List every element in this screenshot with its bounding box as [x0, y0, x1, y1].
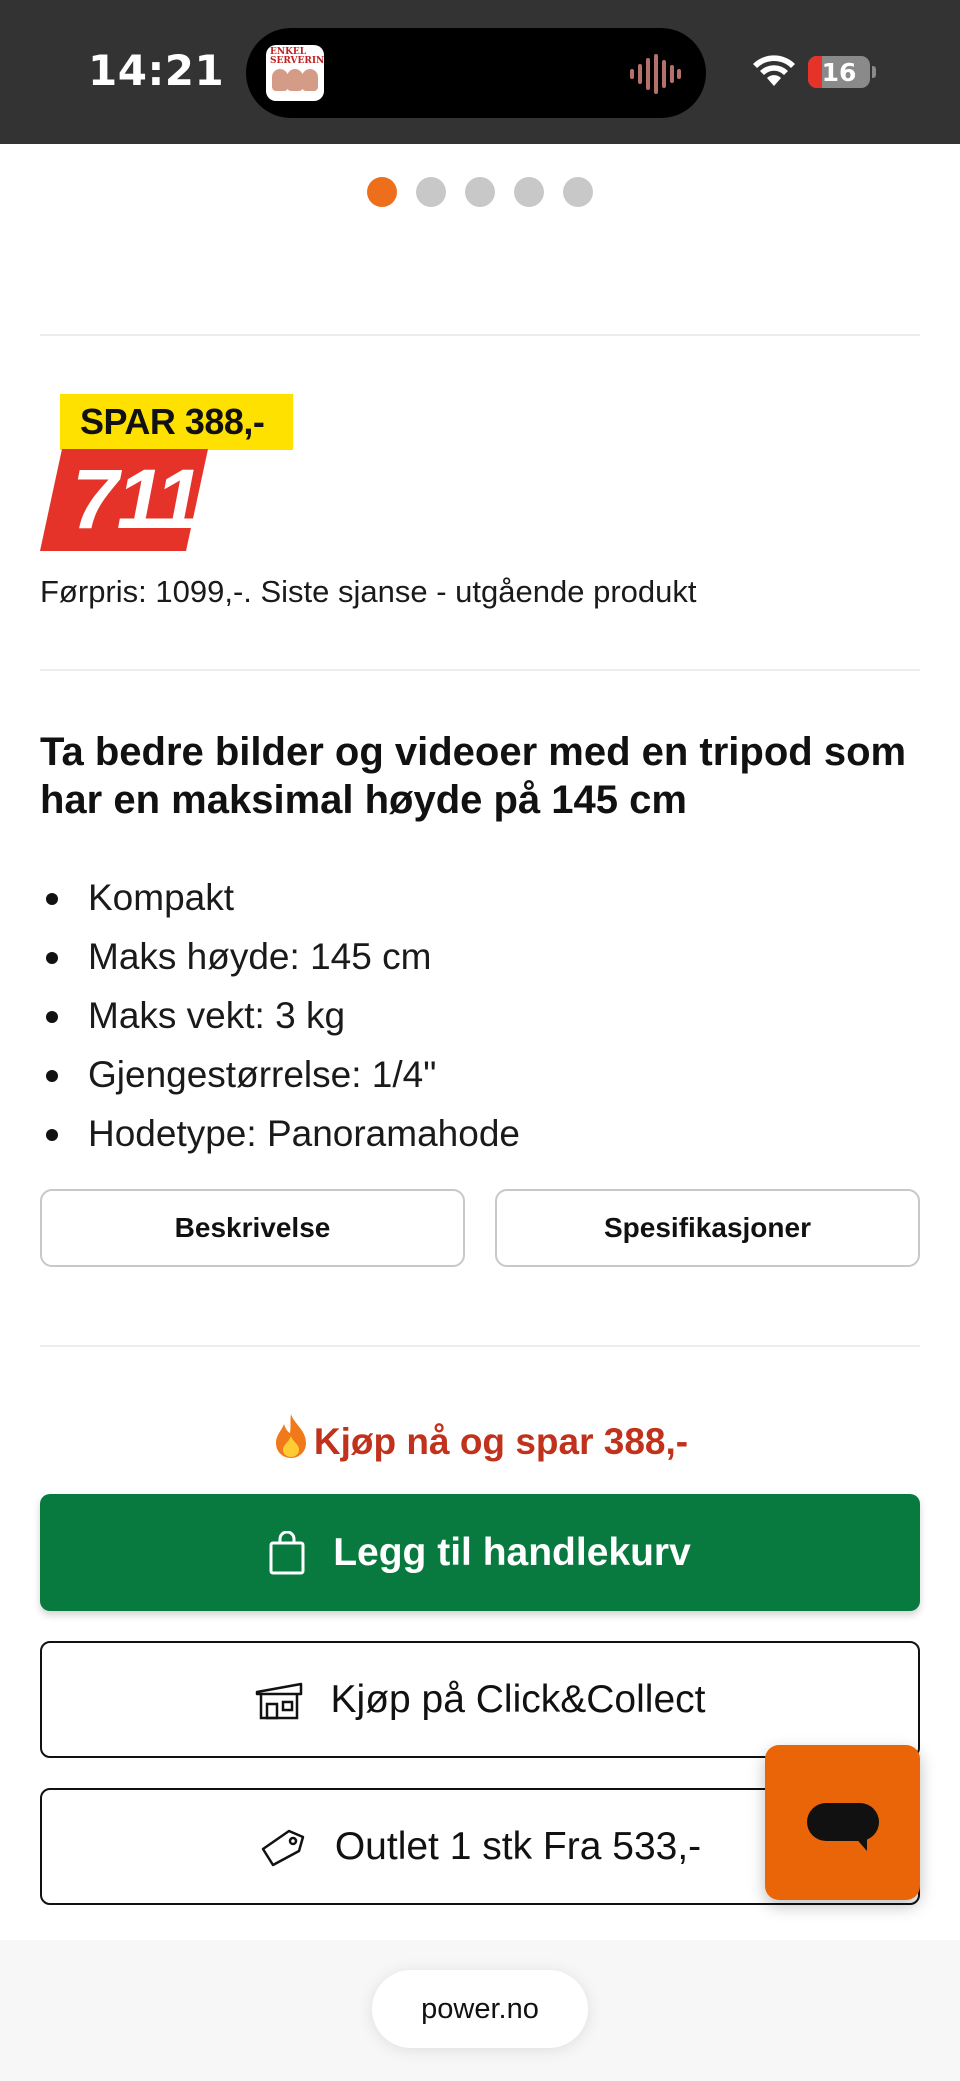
- carousel-dot[interactable]: [367, 177, 397, 207]
- outlet-label: Outlet 1 stk Fra 533,-: [334, 1824, 702, 1868]
- waveform-icon: [630, 54, 681, 94]
- carousel-dot[interactable]: [514, 177, 544, 207]
- carousel-dot[interactable]: [563, 177, 593, 207]
- battery-icon: 16: [808, 56, 870, 88]
- bullet-icon: [46, 1070, 58, 1082]
- product-headline: Ta bedre bilder og videoer med en tripod…: [40, 730, 907, 822]
- deal-banner: Kjøp nå og spar 388,-: [0, 1412, 960, 1463]
- price-tag: 711: [40, 449, 208, 551]
- feature-text: Maks høyde: 145 cm: [88, 936, 432, 977]
- carousel-dot[interactable]: [465, 177, 495, 207]
- battery-level: 16: [821, 58, 857, 87]
- description-button[interactable]: Beskrivelse: [40, 1189, 465, 1267]
- carousel-dot[interactable]: [416, 177, 446, 207]
- savings-label: SPAR 388,-: [80, 401, 265, 442]
- podcast-app-icon: ENKEL SERVERING: [266, 45, 324, 101]
- status-time: 14:21: [88, 46, 225, 95]
- face-icon: [287, 69, 303, 91]
- battery-nub: [872, 66, 876, 78]
- face-icon: [302, 69, 318, 91]
- flame-icon: [275, 1414, 306, 1458]
- bullet-icon: [46, 1129, 58, 1141]
- feature-text: Hodetype: Panoramahode: [88, 1113, 520, 1154]
- click-collect-button[interactable]: Kjøp på Click&Collect: [40, 1641, 920, 1758]
- bullet-icon: [46, 1011, 58, 1023]
- chat-button[interactable]: [765, 1745, 920, 1900]
- wifi-icon: [753, 55, 795, 86]
- feature-item: Maks høyde: 145 cm: [40, 927, 520, 986]
- add-to-cart-label: Legg til handlekurv: [333, 1530, 691, 1574]
- divider: [40, 669, 920, 671]
- price-tag-icon: [261, 1829, 305, 1866]
- divider: [40, 334, 920, 336]
- previous-price: Førpris: 1099,-. Siste sjanse - utgående…: [40, 574, 697, 609]
- face-icon: [272, 69, 288, 91]
- feature-item: Hodetype: Panoramahode: [40, 1104, 520, 1163]
- feature-list: Kompakt Maks høyde: 145 cm Maks vekt: 3 …: [40, 868, 520, 1163]
- add-to-cart-button[interactable]: Legg til handlekurv: [40, 1494, 920, 1611]
- podcast-app-icon-text: ENKEL SERVERING: [270, 47, 324, 66]
- shopping-bag-icon: [269, 1530, 305, 1574]
- click-collect-label: Kjøp på Click&Collect: [330, 1677, 706, 1721]
- current-price: 711: [72, 452, 202, 546]
- specifications-button[interactable]: Spesifikasjoner: [495, 1189, 920, 1267]
- feature-item: Maks vekt: 3 kg: [40, 986, 520, 1045]
- feature-item: Gjengestørrelse: 1/4": [40, 1045, 520, 1104]
- feature-text: Maks vekt: 3 kg: [88, 995, 346, 1036]
- store-icon: [255, 1682, 302, 1719]
- bullet-icon: [46, 952, 58, 964]
- chat-icon: [807, 1803, 879, 1841]
- savings-badge: SPAR 388,-: [60, 394, 293, 450]
- chat-icon-tail: [853, 1835, 867, 1851]
- feature-text: Kompakt: [88, 877, 235, 918]
- bullet-icon: [46, 893, 58, 905]
- address-bar[interactable]: power.no: [372, 1970, 588, 2048]
- deal-text: Kjøp nå og spar 388,-: [313, 1421, 689, 1462]
- feature-item: Kompakt: [40, 868, 520, 927]
- status-bar: 14:21 ENKEL SERVERING 16: [0, 0, 960, 144]
- feature-text: Gjengestørrelse: 1/4": [88, 1054, 437, 1095]
- image-carousel-dots: [367, 177, 593, 207]
- dynamic-island[interactable]: ENKEL SERVERING: [246, 28, 706, 118]
- divider: [40, 1345, 920, 1347]
